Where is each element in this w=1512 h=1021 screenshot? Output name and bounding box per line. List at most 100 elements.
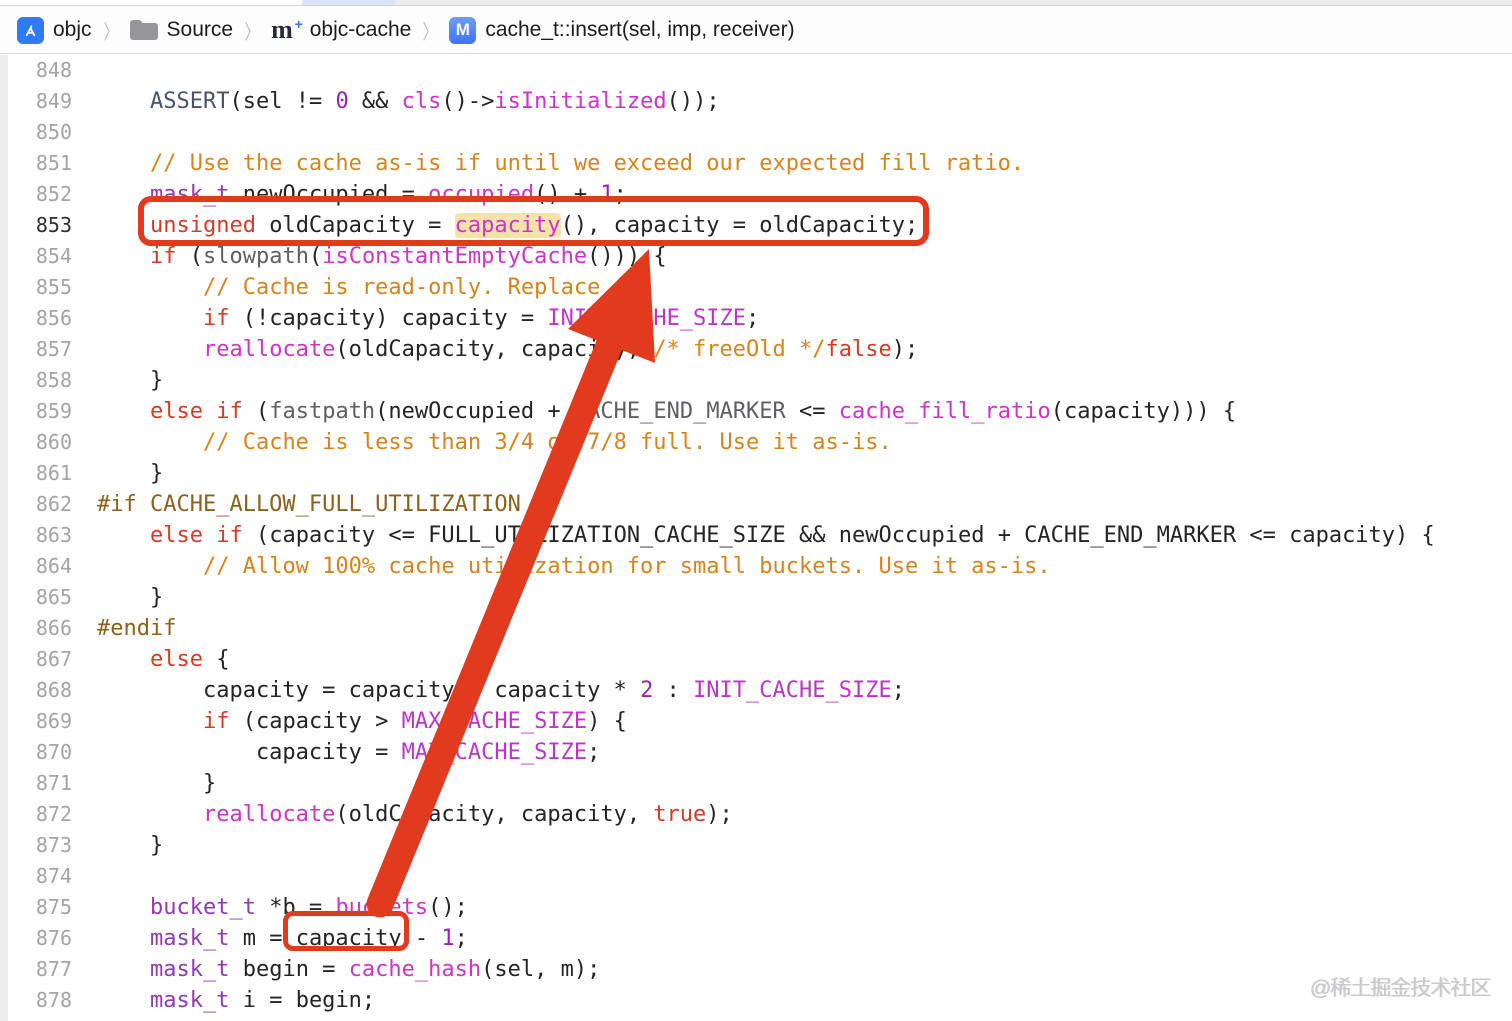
line-number: 877 bbox=[35, 957, 72, 981]
code-text: } bbox=[97, 833, 164, 858]
code-line-865[interactable]: 865 } bbox=[0, 582, 1512, 613]
line-number: 872 bbox=[35, 802, 72, 826]
line-number: 855 bbox=[35, 275, 72, 299]
tab-bar-sliver bbox=[0, 0, 1512, 6]
code-line-852[interactable]: 852 mask_t newOccupied = occupied() + 1; bbox=[0, 179, 1512, 210]
line-number: 863 bbox=[35, 523, 72, 547]
line-number: 852 bbox=[35, 182, 72, 206]
folder-icon bbox=[129, 20, 158, 40]
code-line-876[interactable]: 876 mask_t m = capacity - 1; bbox=[0, 923, 1512, 954]
line-number: 851 bbox=[35, 151, 72, 175]
code-line-854[interactable]: 854 if (slowpath(isConstantEmptyCache())… bbox=[0, 241, 1512, 272]
code-line-851[interactable]: 851 // Use the cache as-is if until we e… bbox=[0, 148, 1512, 179]
source-editor[interactable]: 848 849 ASSERT(sel != 0 && cls()->isIniti… bbox=[0, 55, 1512, 1021]
code-line-856[interactable]: 856 if (!capacity) capacity = INIT_CACHE… bbox=[0, 303, 1512, 334]
code-line-878[interactable]: 878 mask_t i = begin; bbox=[0, 985, 1512, 1016]
tab-segment bbox=[395, 0, 1512, 5]
code-text: reallocate(oldCapacity, capacity, /* fre… bbox=[202, 337, 919, 362]
line-number: 848 bbox=[35, 58, 72, 82]
line-number: 875 bbox=[35, 895, 72, 919]
tab-segment bbox=[0, 0, 302, 5]
code-text: if (capacity > MAX_CACHE_SIZE) { bbox=[202, 709, 627, 734]
code-text: if (!capacity) capacity = INIT_CACHE_SIZ… bbox=[202, 306, 760, 331]
code-line-859[interactable]: 859 else if (fastpath(newOccupied + CACH… bbox=[0, 396, 1512, 427]
code-text: if (slowpath(isConstantEmptyCache())) { bbox=[149, 244, 667, 269]
line-number: 853 bbox=[35, 213, 72, 237]
line-number: 860 bbox=[35, 430, 72, 454]
editor-edge-strip bbox=[0, 55, 8, 1021]
line-number: 866 bbox=[35, 616, 72, 640]
code-line-861[interactable]: 861 } bbox=[0, 458, 1512, 489]
line-number: 879 bbox=[0, 1016, 72, 1021]
code-text: unsigned oldCapacity = capacity(), capac… bbox=[149, 213, 919, 238]
code-text: } bbox=[97, 461, 164, 486]
line-number: 858 bbox=[35, 368, 72, 392]
breadcrumb-label: objc-cache bbox=[309, 18, 412, 41]
jump-bar: objc 〉 Source 〉 m + objc-cache 〉 M cache_… bbox=[0, 7, 1512, 54]
code-line-877[interactable]: 877 mask_t begin = cache_hash(sel, m); bbox=[0, 954, 1512, 985]
code-text: // Use the cache as-is if until we excee… bbox=[149, 151, 1025, 176]
code-line-853[interactable]: 853 unsigned oldCapacity = capacity(), c… bbox=[0, 210, 1512, 241]
code-line-873[interactable]: 873 } bbox=[0, 830, 1512, 861]
line-number: 865 bbox=[35, 585, 72, 609]
line-number: 874 bbox=[35, 864, 72, 888]
breadcrumb-label: cache_t::insert(sel, imp, receiver) bbox=[485, 18, 795, 41]
code-text: ASSERT(sel != 0 && cls()->isInitialized(… bbox=[149, 89, 720, 114]
find-highlight: capacity bbox=[454, 213, 561, 238]
code-line-879[interactable]: 879 bbox=[0, 1016, 1512, 1021]
code-text: capacity = capacity ? capacity * 2 : INI… bbox=[97, 678, 905, 703]
code-text: mask_t i = begin; bbox=[149, 988, 376, 1013]
code-text: bucket_t *b = buckets(); bbox=[149, 895, 468, 920]
line-number: 859 bbox=[35, 399, 72, 423]
code-line-855[interactable]: 855 // Cache is read-only. Replace it. bbox=[0, 272, 1512, 303]
code-line-875[interactable]: 875 bucket_t *b = buckets(); bbox=[0, 892, 1512, 923]
code-line-870[interactable]: 870 capacity = MAX_CACHE_SIZE; bbox=[0, 737, 1512, 768]
code-text: mask_t newOccupied = occupied() + 1; bbox=[149, 182, 627, 207]
code-line-868[interactable]: 868 capacity = capacity ? capacity * 2 :… bbox=[0, 675, 1512, 706]
line-number: 878 bbox=[35, 988, 72, 1012]
code-line-857[interactable]: 857 reallocate(oldCapacity, capacity, /*… bbox=[0, 334, 1512, 365]
line-number: 850 bbox=[35, 120, 72, 144]
code-line-863[interactable]: 863 else if (capacity <= FULL_UTILIZATIO… bbox=[0, 520, 1512, 551]
code-line-864[interactable]: 864 // Allow 100% cache utilization for … bbox=[0, 551, 1512, 582]
code-text: } bbox=[97, 368, 164, 393]
code-text: #if CACHE_ALLOW_FULL_UTILIZATION bbox=[97, 492, 521, 517]
breadcrumb-method[interactable]: M cache_t::insert(sel, imp, receiver) bbox=[449, 16, 795, 44]
breadcrumb-file[interactable]: m + objc-cache bbox=[271, 16, 412, 43]
line-number: 854 bbox=[35, 244, 72, 268]
code-text: #endif bbox=[97, 616, 177, 641]
code-line-850[interactable]: 850 bbox=[0, 117, 1512, 148]
line-number: 857 bbox=[35, 337, 72, 361]
code-line-866[interactable]: 866 #endif bbox=[0, 613, 1512, 644]
line-number: 876 bbox=[35, 926, 72, 950]
code-line-848[interactable]: 848 bbox=[0, 55, 1512, 86]
code-text: } bbox=[97, 771, 217, 796]
line-number: 870 bbox=[35, 740, 72, 764]
code-line-869[interactable]: 869 if (capacity > MAX_CACHE_SIZE) { bbox=[0, 706, 1512, 737]
code-line-858[interactable]: 858 } bbox=[0, 365, 1512, 396]
code-text: else if (capacity <= FULL_UTILIZATION_CA… bbox=[149, 523, 1435, 548]
code-line-874[interactable]: 874 bbox=[0, 861, 1512, 892]
method-icon: M bbox=[449, 16, 477, 44]
code-line-872[interactable]: 872 reallocate(oldCapacity, capacity, tr… bbox=[0, 799, 1512, 830]
breadcrumb-project[interactable]: objc bbox=[17, 16, 92, 44]
code-lines: 848 849 ASSERT(sel != 0 && cls()->isIniti… bbox=[0, 55, 1512, 1021]
chevron-right-icon: 〉 bbox=[422, 21, 438, 44]
code-text: mask_t begin = cache_hash(sel, m); bbox=[149, 957, 601, 982]
code-line-862[interactable]: 862 #if CACHE_ALLOW_FULL_UTILIZATION bbox=[0, 489, 1512, 520]
watermark: @稀土掘金技术社区 bbox=[1309, 977, 1491, 1000]
code-text: // Cache is read-only. Replace it. bbox=[202, 275, 654, 300]
line-number: 862 bbox=[35, 492, 72, 516]
code-text: reallocate(oldCapacity, capacity, true); bbox=[202, 802, 733, 827]
code-line-871[interactable]: 871 } bbox=[0, 768, 1512, 799]
code-line-860[interactable]: 860 // Cache is less than 3/4 or 7/8 ful… bbox=[0, 427, 1512, 458]
breadcrumb-group[interactable]: Source bbox=[129, 18, 233, 42]
code-text: mask_t m = capacity - 1; bbox=[149, 926, 468, 951]
line-number: 868 bbox=[35, 678, 72, 702]
code-line-867[interactable]: 867 else { bbox=[0, 644, 1512, 675]
line-number: 849 bbox=[35, 89, 72, 113]
chevron-right-icon: 〉 bbox=[244, 21, 260, 44]
active-tab-highlight[interactable] bbox=[302, 0, 395, 5]
code-text: // Cache is less than 3/4 or 7/8 full. U… bbox=[202, 430, 892, 455]
code-line-849[interactable]: 849 ASSERT(sel != 0 && cls()->isInitiali… bbox=[0, 86, 1512, 117]
